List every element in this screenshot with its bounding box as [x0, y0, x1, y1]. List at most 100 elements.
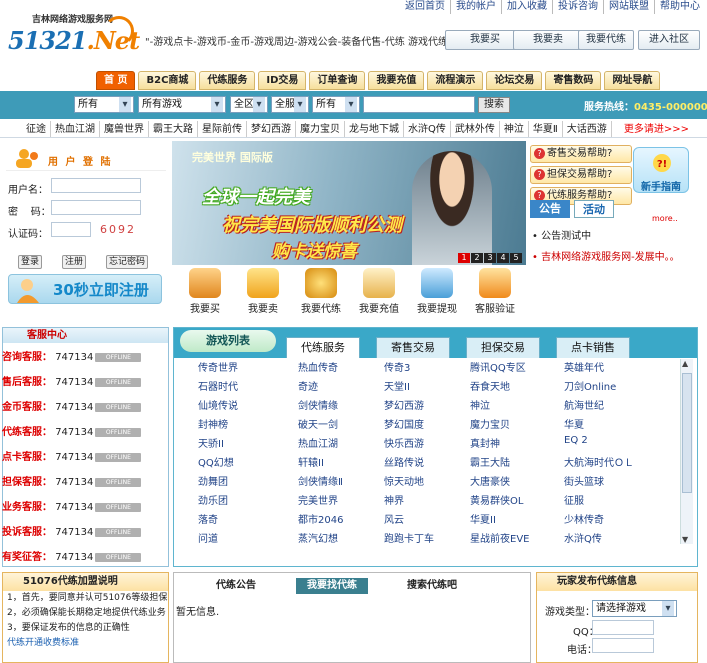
game-link[interactable]: 霸王大陆 [470, 454, 510, 469]
service-row[interactable]: 担保客服： 747134 OFFLINE [2, 473, 142, 489]
register-banner[interactable]: 30秒立即注册 [8, 274, 162, 304]
game-link[interactable]: 天骄II [198, 435, 224, 450]
zone-select[interactable]: 全区 [230, 96, 268, 113]
login-button[interactable]: 登录 [18, 255, 43, 269]
tab-find-leveling[interactable]: 我要找代练 [296, 578, 368, 594]
register-button[interactable]: 注册 [62, 255, 87, 269]
qq-offline-icon[interactable]: OFFLINE [95, 377, 142, 387]
qq-offline-icon[interactable]: OFFLINE [95, 452, 142, 462]
leveling-button[interactable]: 我要代练 [578, 30, 634, 50]
notice-item[interactable]: • 公告测试中 [532, 227, 692, 242]
captcha-input[interactable] [51, 222, 91, 237]
service-row[interactable]: 金币客服： 747134 OFFLINE [2, 398, 142, 414]
quick-buy[interactable]: 我要买 [176, 268, 234, 320]
search-input[interactable] [363, 96, 475, 113]
service-row[interactable]: 有奖征答： 747134 OFFLINE [2, 548, 142, 564]
game-link[interactable]: 丝路传说 [384, 454, 424, 469]
qq-offline-icon[interactable]: OFFLINE [95, 477, 142, 487]
game-link[interactable]: 星战前夜EVE [470, 530, 529, 545]
tab-leveling-notice[interactable]: 代练公告 [200, 578, 272, 594]
game-link[interactable]: 劲舞团 [198, 473, 228, 488]
fee-standard-link[interactable]: 代练开通收费标准 [3, 636, 168, 651]
game-link[interactable]: 问道 [198, 530, 218, 545]
link-account[interactable]: 我的帐户 [451, 0, 502, 14]
banner-page-5[interactable]: 5 [510, 253, 522, 263]
notice-item[interactable]: • 吉林网络游戏服务网-发展中。。 [532, 248, 692, 263]
qq-offline-icon[interactable]: OFFLINE [95, 527, 142, 537]
game-link[interactable]: 魔力宝贝 [296, 121, 345, 137]
qq-offline-icon[interactable]: OFFLINE [95, 352, 142, 362]
game-link[interactable]: 惊天动地 [384, 473, 424, 488]
game-link[interactable]: 魔兽世界 [100, 121, 149, 137]
game-link[interactable]: 街头篮球 [564, 473, 604, 488]
game-link[interactable]: 神泣 [470, 397, 490, 412]
quick-leveling[interactable]: 我要代练 [292, 268, 350, 320]
tab-search-leveling[interactable]: 搜索代练吧 [396, 578, 468, 594]
qq-offline-icon[interactable]: OFFLINE [95, 402, 142, 412]
game-link[interactable]: 星际前传 [198, 121, 247, 137]
game-link[interactable]: 落奇 [198, 511, 218, 526]
tab-escrow-trade[interactable]: 担保交易 [466, 337, 540, 358]
service-row[interactable]: 投诉客服： 747134 OFFLINE [2, 523, 142, 539]
game-link[interactable]: 蒸汽幻想 [298, 530, 338, 545]
game-link[interactable]: 华夏 [564, 416, 584, 431]
game-link[interactable]: 剑侠情缘Ⅱ [298, 473, 343, 488]
game-link[interactable]: 梦幻国度 [384, 416, 424, 431]
nav-order-query[interactable]: 订单查询 [309, 71, 366, 90]
nav-b2c[interactable]: B2C商城 [138, 71, 197, 90]
help-escrow[interactable]: 担保交易帮助? [530, 166, 632, 184]
game-link[interactable]: 大唐豪侠 [470, 473, 510, 488]
banner-page-1[interactable]: 1 [458, 253, 470, 263]
service-row[interactable]: 业务客服： 747134 OFFLINE [2, 498, 142, 514]
username-input[interactable] [51, 178, 141, 193]
game-link[interactable]: 真封神 [470, 435, 500, 450]
game-link[interactable]: 传奇3 [384, 359, 410, 374]
game-link[interactable]: 奇迹 [298, 378, 318, 393]
game-link[interactable]: 热血传奇 [298, 359, 338, 374]
qq-input[interactable] [592, 620, 654, 635]
nav-forum-trade[interactable]: 论坛交易 [486, 71, 543, 90]
game-link[interactable]: 大航海时代ＯＬ [564, 454, 634, 469]
qq-offline-icon[interactable]: OFFLINE [95, 502, 142, 512]
nav-leveling[interactable]: 代练服务 [199, 71, 256, 90]
service-row[interactable]: 代练客服： 747134 OFFLINE [2, 423, 142, 439]
nav-recharge[interactable]: 我要充值 [368, 71, 425, 90]
game-link[interactable]: 梦幻西游 [384, 397, 424, 412]
game-link[interactable]: 水浒Q传 [404, 121, 451, 137]
server-select[interactable]: 全服 [271, 96, 309, 113]
game-type-select[interactable]: 请选择游戏 [592, 600, 677, 617]
game-link[interactable]: 吞食天地 [470, 378, 510, 393]
search-button[interactable]: 搜索 [478, 97, 510, 113]
game-link[interactable]: 少林传奇 [564, 511, 604, 526]
banner-page-2[interactable]: 2 [471, 253, 483, 263]
quick-withdraw[interactable]: 我要提现 [408, 268, 466, 320]
game-link[interactable]: 剑侠情缘 [298, 397, 338, 412]
game-link[interactable]: 神泣 [500, 121, 529, 137]
tab-consign-trade[interactable]: 寄售交易 [376, 337, 450, 358]
tab-leveling-service[interactable]: 代练服务 [286, 337, 360, 358]
scroll-thumb[interactable] [682, 373, 692, 493]
tab-notice[interactable]: 公告 [530, 200, 570, 218]
game-link[interactable]: 热血江湖 [298, 435, 338, 450]
game-link[interactable]: 大话西游 [563, 121, 612, 137]
category-select[interactable]: 所有 [312, 96, 360, 113]
game-link[interactable]: 霸王大路 [149, 121, 198, 137]
tab-activity[interactable]: 活动 [574, 200, 614, 218]
game-link[interactable]: 腾讯QQ专区 [470, 359, 526, 374]
game-link[interactable]: 仙境传说 [198, 397, 238, 412]
link-help[interactable]: 帮助中心 [655, 0, 705, 14]
game-link[interactable]: 破天一剑 [298, 416, 338, 431]
link-alliance[interactable]: 网站联盟 [604, 0, 655, 14]
type-select[interactable]: 所有 [74, 96, 134, 113]
game-link[interactable]: 航海世纪 [564, 397, 604, 412]
game-link[interactable]: 风云 [384, 511, 404, 526]
qq-offline-icon[interactable]: OFFLINE [95, 427, 142, 437]
game-link[interactable]: 快乐西游 [384, 435, 424, 450]
game-link[interactable]: 封神榜 [198, 416, 228, 431]
nav-home[interactable]: 首 页 [96, 71, 136, 90]
game-link[interactable]: 征服 [564, 492, 584, 507]
game-link[interactable]: 轩辕II [298, 454, 324, 469]
game-link[interactable]: 刀剑Online [564, 378, 616, 393]
newbie-guide-button[interactable]: ?! 新手指南 [633, 147, 689, 193]
quick-sell[interactable]: 我要卖 [234, 268, 292, 320]
